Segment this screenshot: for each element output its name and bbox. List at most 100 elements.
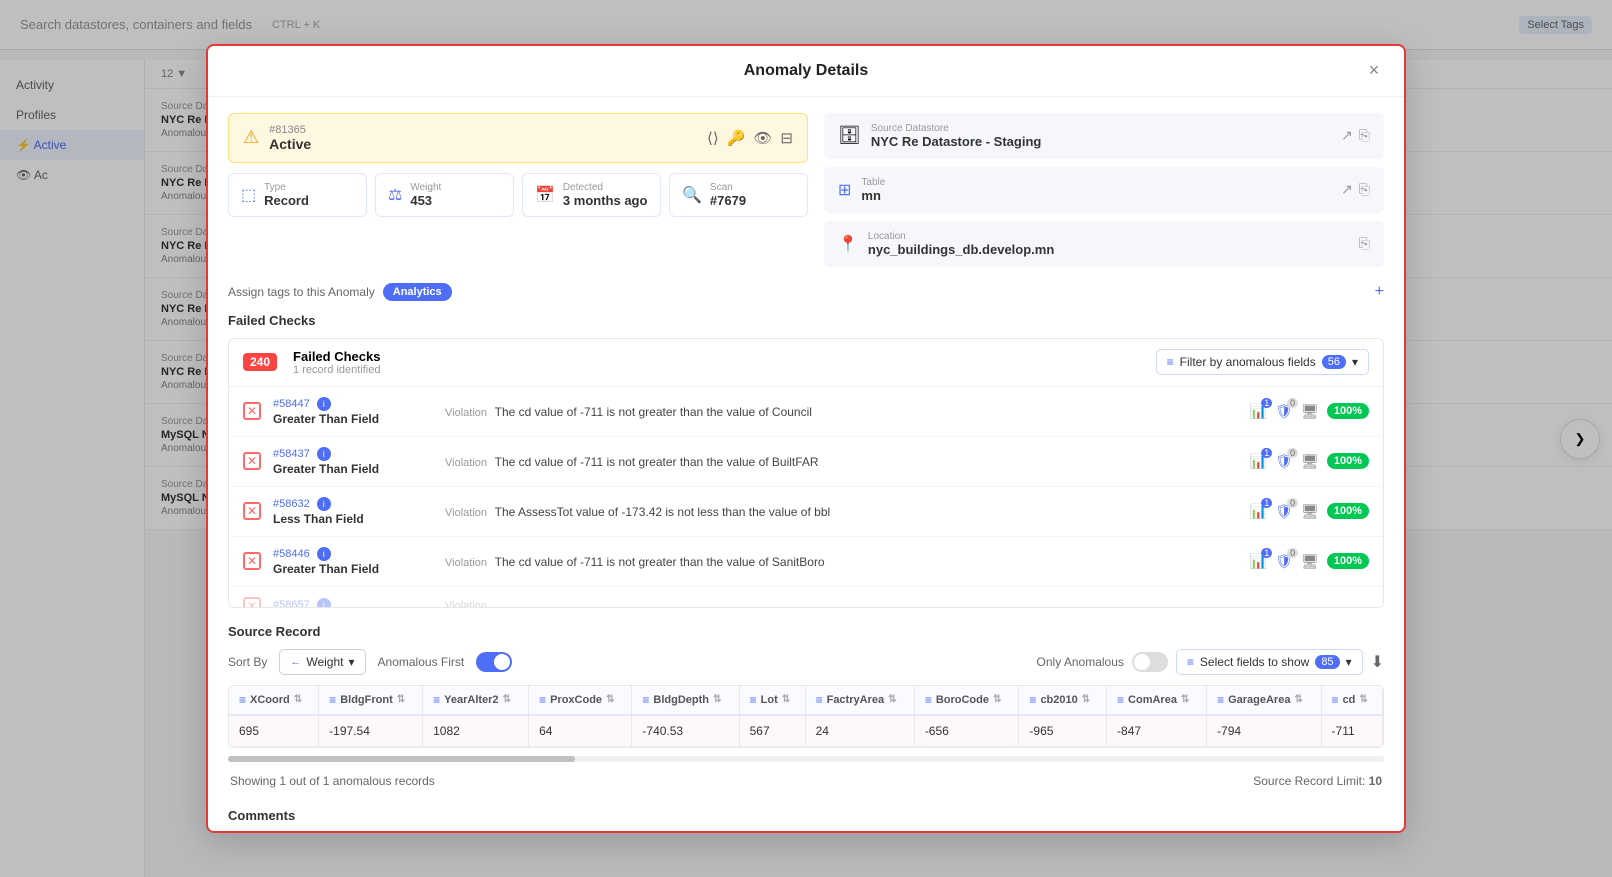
monitor-icon-2[interactable]: 🖥 [1301,503,1319,520]
col-header-garagearea: ≡ GarageArea ⇅ [1207,686,1321,715]
chart-icon-0[interactable]: 📊 1 [1250,403,1267,420]
type-info: Type Record [264,182,309,208]
copy-location-icon[interactable]: ⎘ [1359,235,1370,252]
fields-count-badge: 85 [1315,655,1339,669]
pct-badge-0: 100% [1327,403,1369,419]
fields-label: Select fields to show [1200,655,1309,669]
close-button[interactable]: × [1360,57,1388,85]
check-checkbox-1[interactable]: ✕ [243,452,261,470]
info-icon: i [317,447,331,461]
weight-icon: ⚖ [388,185,402,205]
check-violation-2: Violation The AssessTot value of -173.42… [445,504,830,519]
check-checkbox-2[interactable]: ✕ [243,502,261,520]
filter-anomalous-button[interactable]: ≡ Filter by anomalous fields 56 ▾ [1156,349,1369,375]
scroll-thumb[interactable] [228,756,575,762]
select-fields-button[interactable]: ≡ Select fields to show 85 ▾ [1176,649,1363,675]
sort-col-icon[interactable]: ⇅ [1359,694,1367,705]
check-info-0: #58447 i Greater Than Field [273,397,433,426]
share-icon[interactable]: ⟨⟩ [707,129,719,147]
check-row: ✕ #58447 i Greater Than Field Violation … [229,387,1383,437]
sort-col-icon[interactable]: ⇅ [1181,694,1189,705]
key-icon[interactable]: 🔑 [727,129,746,147]
type-card: ⬚ Type Record [228,173,367,217]
sort-col-icon[interactable]: ⇅ [993,694,1001,705]
open-icon[interactable]: ↗ [1341,127,1353,144]
filter-count-badge: 56 [1322,355,1346,369]
table-actions: ↗ ⎘ [1341,181,1370,198]
datastore-actions: ↗ ⎘ [1341,127,1370,144]
sort-value: Weight [306,655,343,669]
anomalous-first-toggle[interactable] [476,652,512,672]
monitor-icon-0[interactable]: 🖥 [1301,403,1319,420]
info-icon: i [317,397,331,411]
sort-col-icon[interactable]: ⇅ [397,694,405,705]
archive-icon[interactable]: ⊟ [780,129,793,147]
detected-info: Detected 3 months ago [563,182,648,208]
sort-col-icon[interactable]: ⇅ [503,694,511,705]
badge-icon-1[interactable]: 🛡 0 [1275,453,1293,470]
badge-icon-2[interactable]: 🛡 0 [1275,503,1293,520]
cell-xcood: 695 [229,715,319,747]
failed-checks-header: 240 Failed Checks 1 record identified ≡ … [229,339,1383,387]
table-row-info: ⊞ Table mn ↗ ⎘ [824,167,1384,213]
monitor-icon-3[interactable]: 🖥 [1301,553,1319,570]
download-icon[interactable]: ⬇ [1371,652,1384,672]
col-header-bldgdepth: ≡ BldgDepth ⇅ [632,686,739,715]
chart-icon-1[interactable]: 📊 1 [1250,453,1267,470]
datastore-info: Source Datastore NYC Re Datastore - Stag… [871,123,1041,149]
check-violation-1: Violation The cd value of -711 is not gr… [445,454,819,469]
badge-icon-3[interactable]: 🛡 0 [1275,553,1293,570]
sort-col-icon[interactable]: ⇅ [1082,694,1090,705]
anomaly-details-modal: Anomaly Details × ⚠ #81365 Active ⟨ [206,44,1406,833]
failed-count-badge: 240 [243,353,277,371]
view-icon[interactable]: 👁 [753,129,772,147]
table-icon: ⊞ [838,180,851,200]
sort-col-icon[interactable]: ⇅ [1294,694,1302,705]
location-icon: 📍 [838,234,858,254]
chart-icon-3[interactable]: 📊 1 [1250,553,1267,570]
comments-section: Comments ➤ [228,808,1384,833]
scroll-track [228,756,1384,762]
cell-cd: -711 [1321,715,1382,747]
check-info-3: #58446 i Greater Than Field [273,547,433,576]
sort-col-icon[interactable]: ⇅ [782,694,790,705]
source-record-section: Source Record Sort By ← Weight ▾ Anomalo… [228,624,1384,792]
copy-icon[interactable]: ⎘ [1359,127,1370,144]
source-record-table: ≡ XCoord ⇅ ≡ BldgFront ⇅ [229,686,1383,747]
anomaly-left: ⚠ #81365 Active ⟨⟩ 🔑 👁 ⊟ [228,113,808,267]
datastore-row: 🗄 Source Datastore NYC Re Datastore - St… [824,113,1384,159]
monitor-icon-1[interactable]: 🖥 [1301,453,1319,470]
sort-col-icon[interactable]: ⇅ [888,694,896,705]
check-checkbox-3[interactable]: ✕ [243,552,261,570]
warning-icon: ⚠ [243,127,259,148]
chart-icon-2[interactable]: 📊 1 [1250,503,1267,520]
location-info: Location nyc_buildings_db.develop.mn [868,231,1054,257]
right-controls: Only Anomalous ≡ Select fields to show 8… [1037,649,1384,675]
only-anomalous-toggle[interactable] [1132,652,1168,672]
check-checkbox-0[interactable]: ✕ [243,402,261,420]
open-table-icon[interactable]: ↗ [1341,181,1353,198]
cell-comarea: -847 [1107,715,1207,747]
filter-icon: ≡ [1167,355,1174,369]
col-header-yearalter2: ≡ YearAlter2 ⇅ [423,686,529,715]
cell-garagearea: -794 [1207,715,1321,747]
anomaly-id-status: #81365 Active [269,124,311,152]
sort-col-icon[interactable]: ⇅ [294,694,302,705]
cell-bldgfront: -197.54 [319,715,423,747]
modal-header: Anomaly Details × [208,46,1404,97]
sort-weight-button[interactable]: ← Weight ▾ [279,649,365,675]
source-record-title: Source Record [228,624,1384,639]
calendar-icon: 📅 [535,185,555,205]
info-icon: i [317,547,331,561]
detected-card: 📅 Detected 3 months ago [522,173,661,217]
pct-badge-1: 100% [1327,453,1369,469]
add-tag-button[interactable]: + [1375,283,1384,301]
copy-table-icon[interactable]: ⎘ [1359,181,1370,198]
check-checkbox-partial[interactable]: ✕ [243,597,261,607]
analytics-tag[interactable]: Analytics [383,283,452,301]
sort-col-icon[interactable]: ⇅ [713,694,721,705]
check-info-partial: #58657 i [273,598,433,607]
sort-col-icon[interactable]: ⇅ [606,694,614,705]
col-header-lot: ≡ Lot ⇅ [739,686,805,715]
badge-icon-0[interactable]: 🛡 0 [1275,403,1293,420]
